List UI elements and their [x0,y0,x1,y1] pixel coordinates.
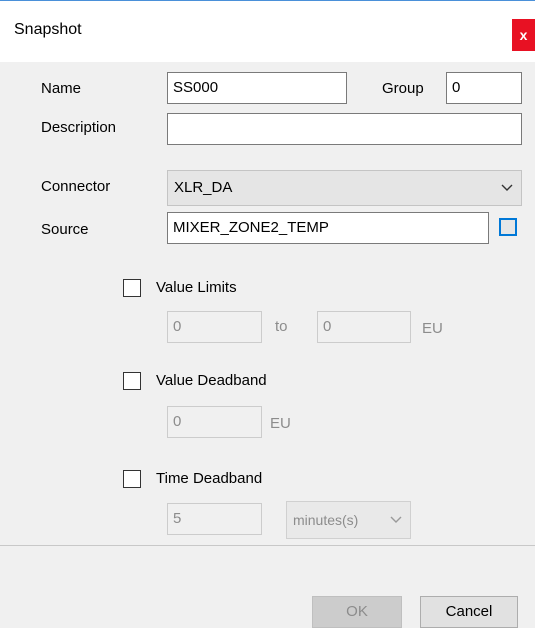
time-deadband-checkbox[interactable] [123,470,141,488]
title-bar: Snapshot x [0,0,535,62]
name-input[interactable]: SS000 [167,72,347,104]
cancel-button[interactable]: Cancel [420,596,518,628]
close-button[interactable]: x [512,19,535,51]
chevron-down-icon [390,502,402,538]
close-icon: x [519,27,528,43]
time-unit-dropdown[interactable]: minutes(s) [286,501,411,539]
source-label: Source [41,221,89,238]
footer-separator [0,545,535,546]
value-deadband-label: Value Deadband [156,372,267,389]
time-unit-value: minutes(s) [293,512,359,528]
window-title: Snapshot [14,21,82,38]
name-label: Name [41,80,82,97]
value-limits-checkbox[interactable] [123,279,141,297]
ok-button[interactable]: OK [312,596,402,628]
value-limits-to-input[interactable]: 0 [317,311,411,343]
browse-icon[interactable] [499,218,517,236]
group-label: Group [382,80,424,97]
group-input[interactable]: 0 [446,72,522,104]
value-limits-unit-label: EU [422,320,443,337]
connector-dropdown[interactable]: XLR_DA [167,170,522,206]
connector-label: Connector [41,178,111,195]
time-deadband-label: Time Deadband [156,470,263,487]
value-limits-from-input[interactable]: 0 [167,311,262,343]
value-deadband-input[interactable]: 0 [167,406,262,438]
source-input[interactable]: MIXER_ZONE2_TEMP [167,212,489,244]
value-limits-to-label: to [275,318,288,335]
chevron-down-icon [501,171,513,205]
value-deadband-unit-label: EU [270,415,291,432]
connector-value: XLR_DA [174,179,233,196]
value-deadband-checkbox[interactable] [123,372,141,390]
description-label: Description [41,119,117,136]
description-input[interactable] [167,113,522,145]
value-limits-label: Value Limits [156,279,237,296]
time-deadband-input[interactable]: 5 [167,503,262,535]
